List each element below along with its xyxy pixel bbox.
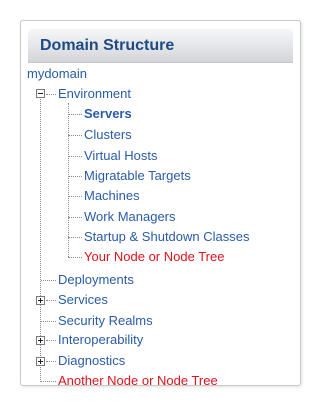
domain-tree: mydomain Environment Servers Clusters Vi… xyxy=(0,0,320,409)
tree-item-interoperability[interactable]: Interoperability xyxy=(58,332,143,348)
environment-children-line xyxy=(68,103,69,257)
tree-item-services[interactable]: Services xyxy=(58,292,108,308)
environment-collapse-icon[interactable] xyxy=(36,89,45,98)
tree-item-virtual-hosts[interactable]: Virtual Hosts xyxy=(84,148,157,164)
tree-item-startup-shutdown-classes[interactable]: Startup & Shutdown Classes xyxy=(84,229,249,245)
tree-item-your-node[interactable]: Your Node or Node Tree xyxy=(84,249,224,265)
interoperability-expand-icon[interactable] xyxy=(36,336,45,345)
tree-item-machines[interactable]: Machines xyxy=(84,188,140,204)
tree-item-environment[interactable]: Environment xyxy=(58,86,131,102)
tree-item-clusters[interactable]: Clusters xyxy=(84,127,132,143)
services-expand-icon[interactable] xyxy=(36,296,45,305)
tree-item-another-node[interactable]: Another Node or Node Tree xyxy=(58,373,218,389)
tree-item-migratable-targets[interactable]: Migratable Targets xyxy=(84,168,191,184)
tree-root-mydomain[interactable]: mydomain xyxy=(27,66,87,82)
diagnostics-expand-icon[interactable] xyxy=(36,357,45,366)
tree-item-servers[interactable]: Servers xyxy=(84,106,132,122)
tree-item-deployments[interactable]: Deployments xyxy=(58,272,134,288)
tree-item-diagnostics[interactable]: Diagnostics xyxy=(58,353,125,369)
tree-item-work-managers[interactable]: Work Managers xyxy=(84,209,176,225)
tree-item-security-realms[interactable]: Security Realms xyxy=(58,313,153,329)
